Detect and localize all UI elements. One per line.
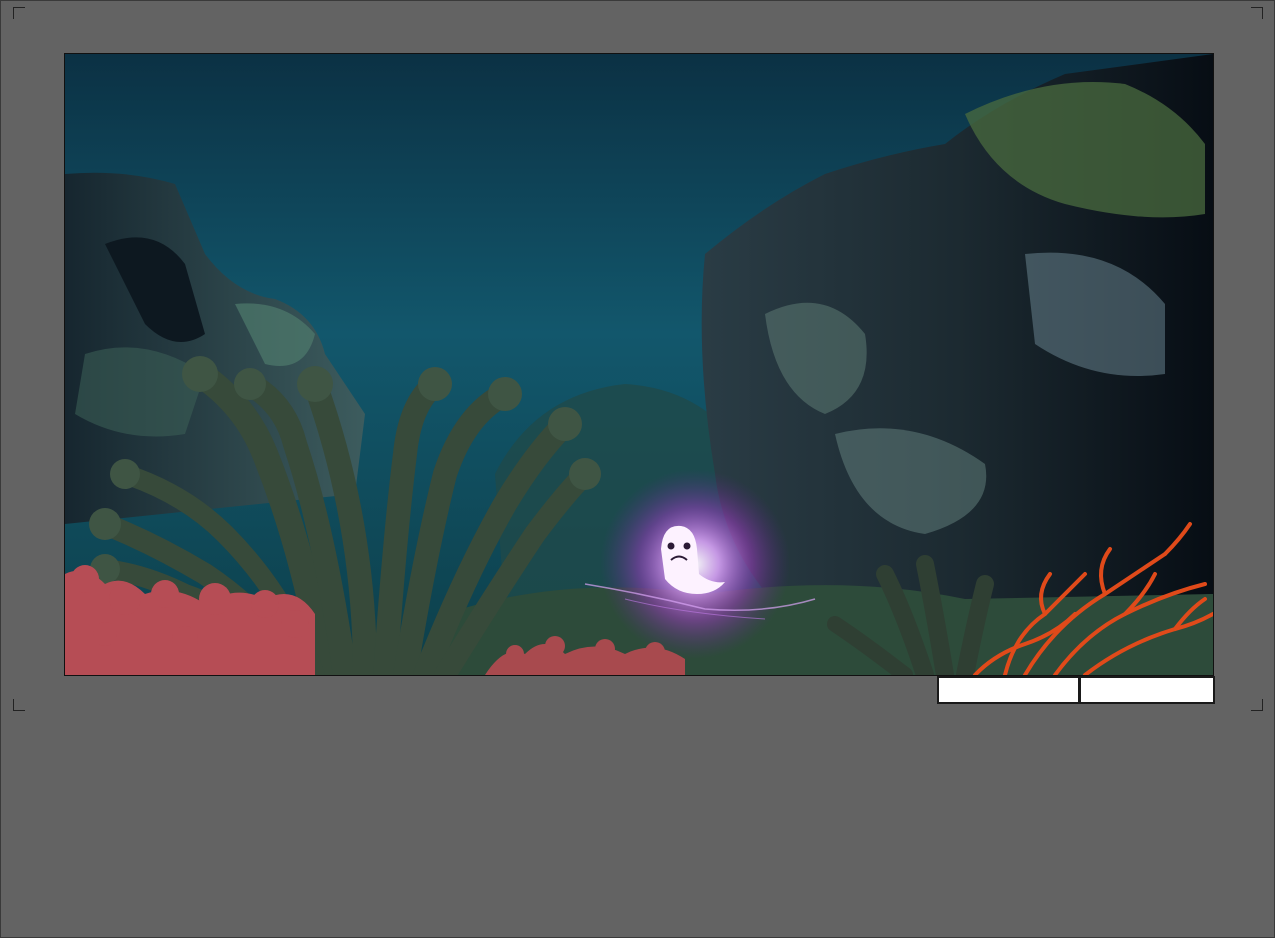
underwater-scene	[65, 54, 1213, 675]
control-button-1[interactable]	[937, 676, 1080, 704]
game-stage[interactable]	[64, 53, 1214, 676]
crop-mark-top-right	[1251, 7, 1263, 19]
control-button-2[interactable]	[1079, 676, 1215, 704]
crop-mark-top-left	[13, 7, 25, 19]
crop-mark-bottom-left	[13, 699, 25, 711]
crop-mark-bottom-right	[1251, 699, 1263, 711]
